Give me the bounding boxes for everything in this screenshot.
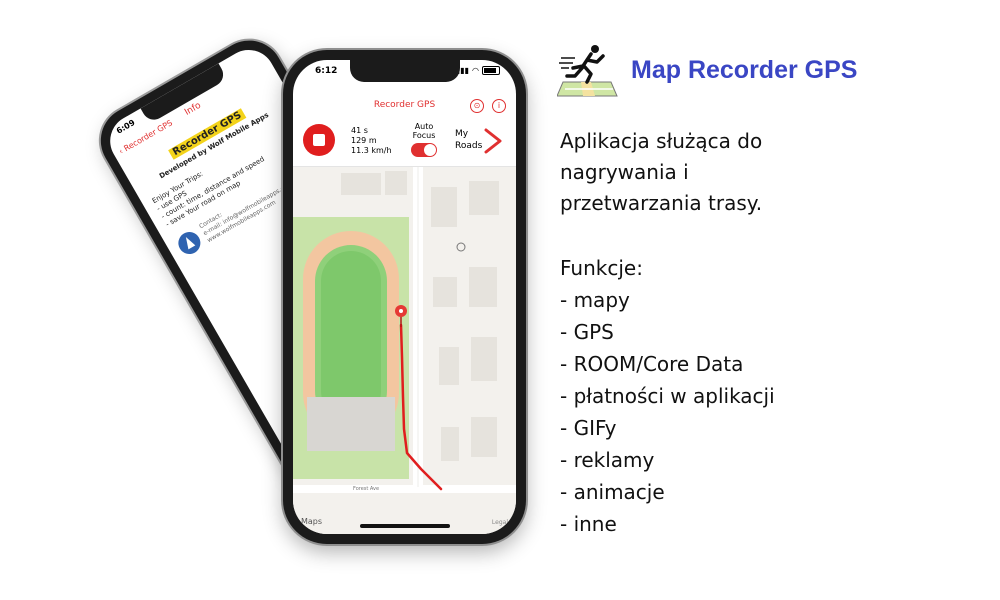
stop-recording-button[interactable] [303,124,335,156]
battery-icon [482,66,500,75]
feature-item: - inne [560,512,617,536]
feature-item: - ROOM/Core Data [560,352,744,376]
feature-item: - GIFy [560,416,617,440]
app-title: Map Recorder GPS [631,55,858,84]
status-time: 6:09 [114,117,137,136]
feature-item: - płatności w aplikacji [560,384,775,408]
front-phone-mockup: 6:12 ▮▮▮ ◠ Recorder GPS ⊙ i 41 s 129 m 1… [283,50,526,544]
feature-item: - reklamy [560,448,655,472]
feature-item: - animacje [560,480,665,504]
autofocus-control: Auto Focus [411,122,437,157]
description-line: przetwarzania trasy. [560,191,763,215]
autofocus-label: Focus [412,131,436,140]
chevron-right-icon[interactable] [482,128,504,154]
speed: 11.3 km/h [351,146,392,155]
elapsed-time: 41 s [351,126,368,135]
status-time: 6:12 [315,66,338,76]
my-roads-label: My [455,129,469,139]
description-line: Aplikacja służąca do [560,129,763,153]
features-section: Funkcje: - mapy - GPS - ROOM/Core Data -… [560,252,960,540]
legal-link[interactable]: Legal [492,519,508,526]
maps-logo: Maps [301,517,323,526]
description-line: nagrywania i [560,160,689,184]
home-indicator[interactable] [359,524,450,528]
gps-settings-icon[interactable]: ⊙ [470,99,484,113]
app-description: Aplikacja służąca do nagrywania i przetw… [560,126,960,219]
map-canvas [293,167,516,493]
autofocus-label: Auto [414,122,434,131]
distance: 129 m [351,136,377,145]
my-roads-label: Roads [455,141,483,151]
status-icons: ▮▮▮ ◠ [456,66,500,75]
features-list: - mapy - GPS - ROOM/Core Data - płatnośc… [560,284,960,540]
running-man-map-icon [557,45,618,97]
feature-item: - mapy [560,288,630,312]
my-roads-button[interactable]: My Roads [455,128,482,152]
feature-item: - GPS [560,320,614,344]
street-label: Forest Ave [353,486,380,492]
phone-notch [349,60,460,82]
autofocus-toggle[interactable] [411,143,437,157]
app-header: Map Recorder GPS [557,42,857,98]
info-icon[interactable]: i [492,99,506,113]
nav-bar: Recorder GPS ⊙ i [293,96,516,118]
front-phone-screen: 6:12 ▮▮▮ ◠ Recorder GPS ⊙ i 41 s 129 m 1… [293,60,516,534]
features-heading: Funkcje: [560,256,643,280]
trip-stats: 41 s 129 m 11.3 km/h [351,126,392,156]
wolf-logo-icon [174,228,205,259]
wifi-icon: ◠ [472,66,479,75]
recording-toolbar: 41 s 129 m 11.3 km/h Auto Focus My Roads [293,120,516,167]
map-view[interactable]: Forest Ave Maps Legal [293,167,516,534]
